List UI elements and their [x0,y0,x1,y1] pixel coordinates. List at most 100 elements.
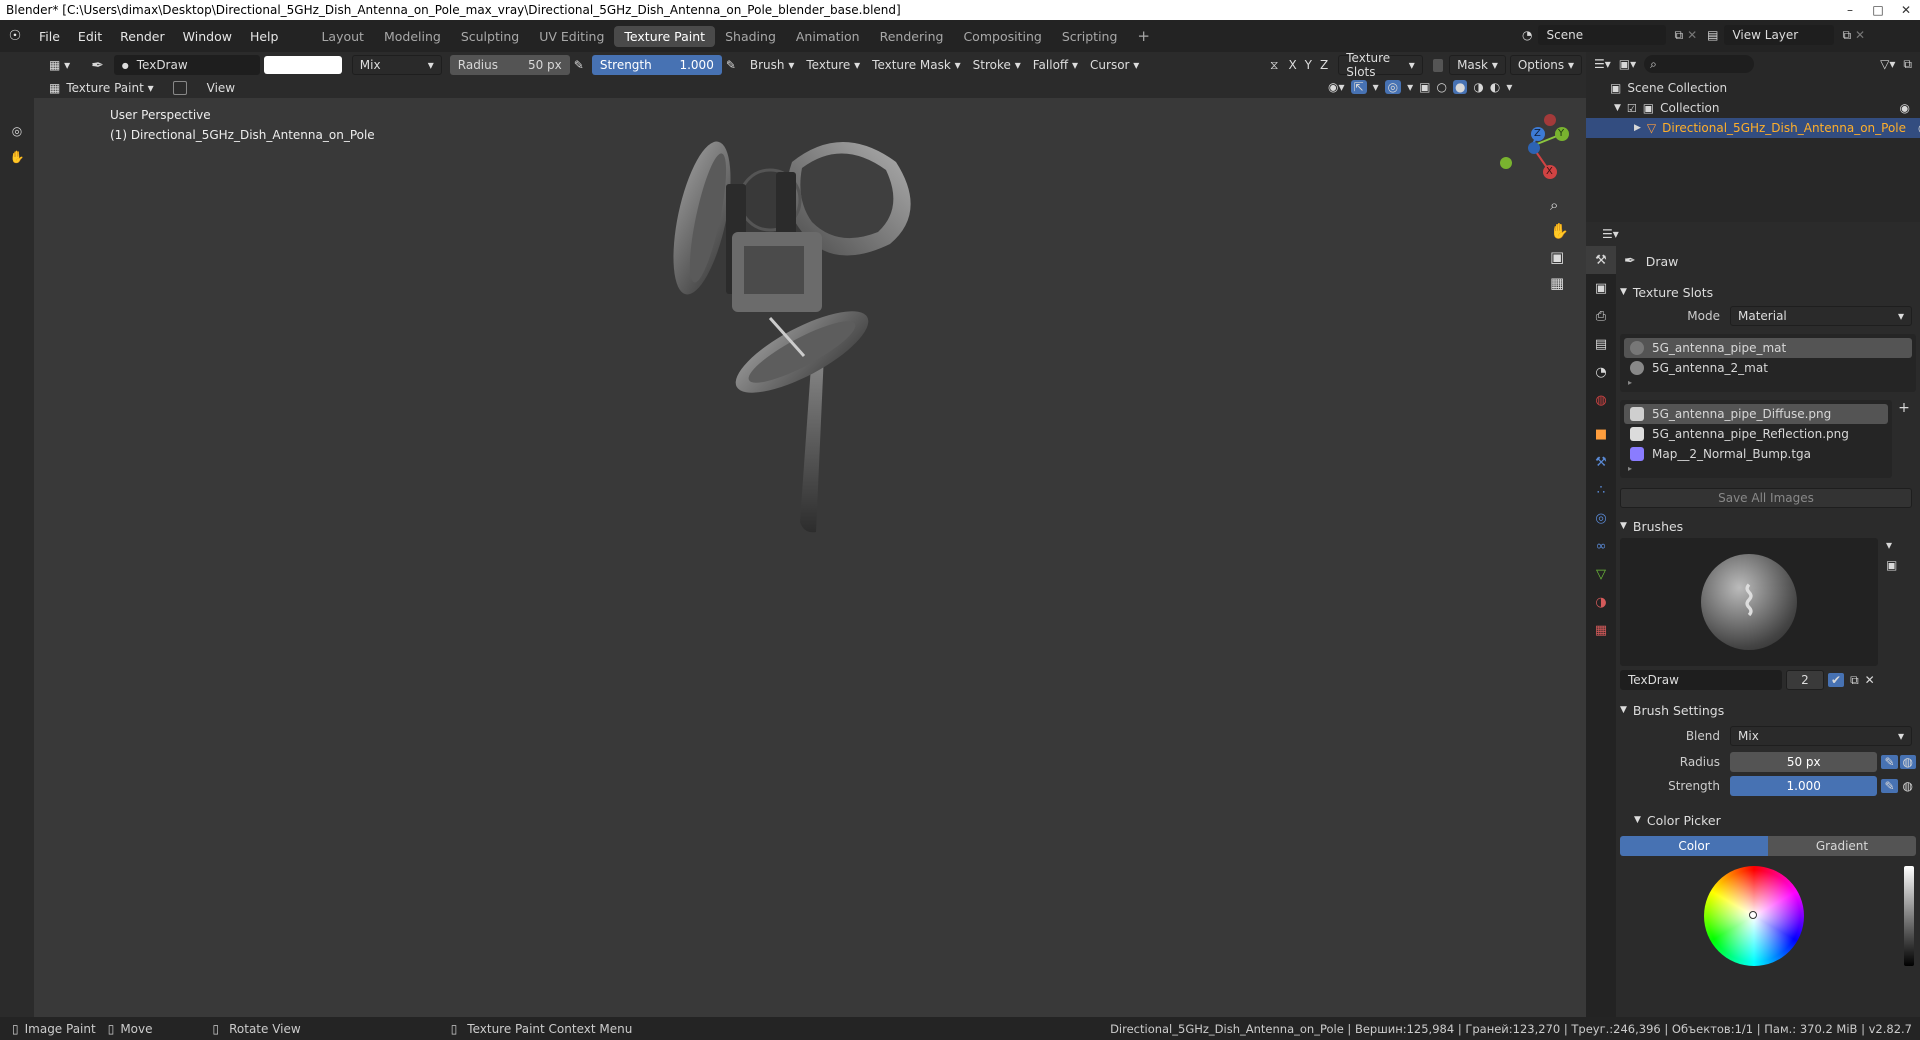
navigation-gizmo[interactable] [1490,98,1586,188]
strength-pressure-icon[interactable]: ✎ [726,58,736,72]
object-label[interactable]: Directional_5GHz_Dish_Antenna_on_Pole [1662,121,1906,135]
new-scene-icon[interactable]: ⧉ [1674,28,1683,43]
maximize-button[interactable]: □ [1864,0,1892,20]
material-slot-0[interactable]: 5G_antenna_pipe_mat [1624,338,1912,358]
brush-icon[interactable]: ✒ [91,56,104,74]
strength-unified-icon[interactable]: ◍ [1900,779,1916,793]
cursor-menu[interactable]: Cursor ▾ [1084,58,1145,72]
texture-slots-dropdown[interactable]: Texture Slots ▾ [1338,51,1423,79]
color-tab[interactable]: Color [1620,836,1768,856]
material-slot-1[interactable]: 5G_antenna_2_mat [1624,358,1912,378]
scene-tab-icon[interactable]: ◔ [1586,358,1616,386]
physics-tab-icon[interactable]: ◎ [1586,504,1616,532]
tab-shading[interactable]: Shading [715,26,786,47]
texture-menu[interactable]: Texture ▾ [800,58,866,72]
mask-dropdown[interactable]: Mask ▾ [1449,55,1506,75]
brush-color-swatch[interactable] [263,56,342,74]
close-button[interactable]: ✕ [1892,0,1920,20]
outliner-editor-icon[interactable]: ☰▾ [1594,57,1611,71]
scene-collection-label[interactable]: Scene Collection [1627,81,1727,95]
minimize-button[interactable]: – [1836,0,1864,20]
radius-pressure-icon[interactable]: ✎ [1881,755,1898,769]
pan-hand-icon[interactable]: ✋ [1550,222,1569,240]
wireframe-shading-icon[interactable]: ○ [1436,80,1446,94]
falloff-menu[interactable]: Falloff ▾ [1027,58,1084,72]
tab-rendering[interactable]: Rendering [870,26,954,47]
mirror-y-toggle[interactable]: Y [1301,58,1316,72]
delete-scene-icon[interactable]: ✕ [1687,28,1697,42]
stroke-menu[interactable]: Stroke ▾ [967,58,1027,72]
texture-slots-panel-header[interactable]: ▼ Texture Slots [1620,280,1916,304]
material-shading-icon[interactable]: ◑ [1473,80,1483,94]
menu-file[interactable]: File [30,29,69,44]
brush-settings-panel-header[interactable]: ▼ Brush Settings [1620,698,1916,722]
strength-slider[interactable]: 1.000 [1730,776,1878,796]
brush-list-expand-icon[interactable]: ▾ [1886,538,1897,552]
gradient-tab[interactable]: Gradient [1768,836,1916,856]
strength-field[interactable]: Strength 1.000 [591,55,722,75]
value-slider[interactable] [1904,866,1914,966]
blend-mode-dropdown[interactable]: Mix ▾ [351,55,442,75]
texture-mask-menu[interactable]: Texture Mask ▾ [866,58,967,72]
delete-view-layer-icon[interactable]: ✕ [1855,28,1865,42]
object-tab-icon[interactable]: ■ [1586,420,1616,448]
overlays-icon[interactable]: ◎ [1384,80,1402,94]
menu-help[interactable]: Help [241,29,288,44]
xray-icon[interactable]: ▣ [1419,80,1430,94]
new-view-layer-icon[interactable]: ⧉ [1842,28,1851,43]
tab-compositing[interactable]: Compositing [953,26,1051,47]
brush-selector[interactable]: ● TexDraw [113,55,260,75]
color-wheel-cursor[interactable] [1749,911,1757,919]
ortho-grid-icon[interactable]: ▦ [1550,274,1569,292]
image-slot-0[interactable]: 5G_antenna_pipe_Diffuse.png [1624,404,1888,424]
color-wheel[interactable] [1704,866,1804,966]
rendered-shading-icon[interactable]: ◐ [1490,80,1500,94]
brush-name-field[interactable]: TexDraw [1620,670,1782,690]
texture-tab-icon[interactable]: ▦ [1586,616,1616,644]
brush-preview[interactable]: ⌇ [1620,538,1878,666]
editor-type-dropdown[interactable]: ▦ ▾ [42,55,77,75]
scene-selector[interactable]: Scene [1538,25,1667,45]
collection-label[interactable]: Collection [1660,101,1719,115]
tab-modeling[interactable]: Modeling [374,26,451,47]
brush-settings-icon[interactable]: ▣ [1886,558,1897,572]
save-all-images-button[interactable]: Save All Images [1620,488,1912,508]
world-tab-icon[interactable]: ◍ [1586,386,1616,414]
3d-viewport[interactable]: User Perspective (1) Directional_5GHz_Di… [34,98,1586,1017]
menu-window[interactable]: Window [174,29,241,44]
collection-visibility-icon[interactable]: ◉ [1900,101,1910,115]
tab-texture-paint[interactable]: Texture Paint [614,25,716,47]
zoom-region-icon[interactable]: ◎ [0,118,34,144]
list-resize-handle[interactable]: ▸ [1624,464,1888,474]
tab-scripting[interactable]: Scripting [1052,26,1128,47]
radius-unit-icon[interactable]: ◍ [1899,755,1916,769]
menu-edit[interactable]: Edit [69,29,111,44]
fake-user-icon[interactable]: ✔ [1828,673,1845,687]
add-workspace-icon[interactable]: + [1127,24,1160,48]
mask-toggle-icon[interactable] [172,81,187,95]
mirror-x-toggle[interactable]: X [1284,58,1300,72]
visibility-icon[interactable]: ◉▾ [1328,80,1345,94]
options-dropdown[interactable]: Options ▾ [1509,55,1582,75]
tool-tab-icon[interactable]: ⚒ [1586,246,1616,274]
view-layer-tab-icon[interactable]: ▤ [1586,330,1616,358]
new-collection-icon[interactable]: ⧉ [1903,57,1912,72]
color-picker-panel-header[interactable]: ▼ Color Picker [1620,808,1916,832]
tab-sculpting[interactable]: Sculpting [451,26,529,47]
menu-render[interactable]: Render [111,29,174,44]
mirror-z-toggle[interactable]: Z [1316,58,1332,72]
radius-pressure-icon[interactable]: ✎ [574,58,584,72]
view-menu[interactable]: View [201,81,241,95]
duplicate-brush-icon[interactable]: ⧉ [1850,673,1859,688]
radius-field[interactable]: Radius 50 px [449,55,570,75]
brush-users-count[interactable]: 2 [1786,670,1824,690]
collection-checkbox[interactable]: ☑ [1627,102,1637,115]
particles-tab-icon[interactable]: ∴ [1586,476,1616,504]
view-layer-icon[interactable]: ▤ [1707,28,1718,42]
brush-menu[interactable]: Brush ▾ [744,58,800,72]
antenna-model[interactable] [652,122,982,542]
list-resize-handle[interactable]: ▸ [1624,378,1912,388]
tab-layout[interactable]: Layout [311,26,374,47]
add-image-icon[interactable]: + [1892,400,1916,478]
filter-icon[interactable]: ▽▾ [1880,57,1895,71]
